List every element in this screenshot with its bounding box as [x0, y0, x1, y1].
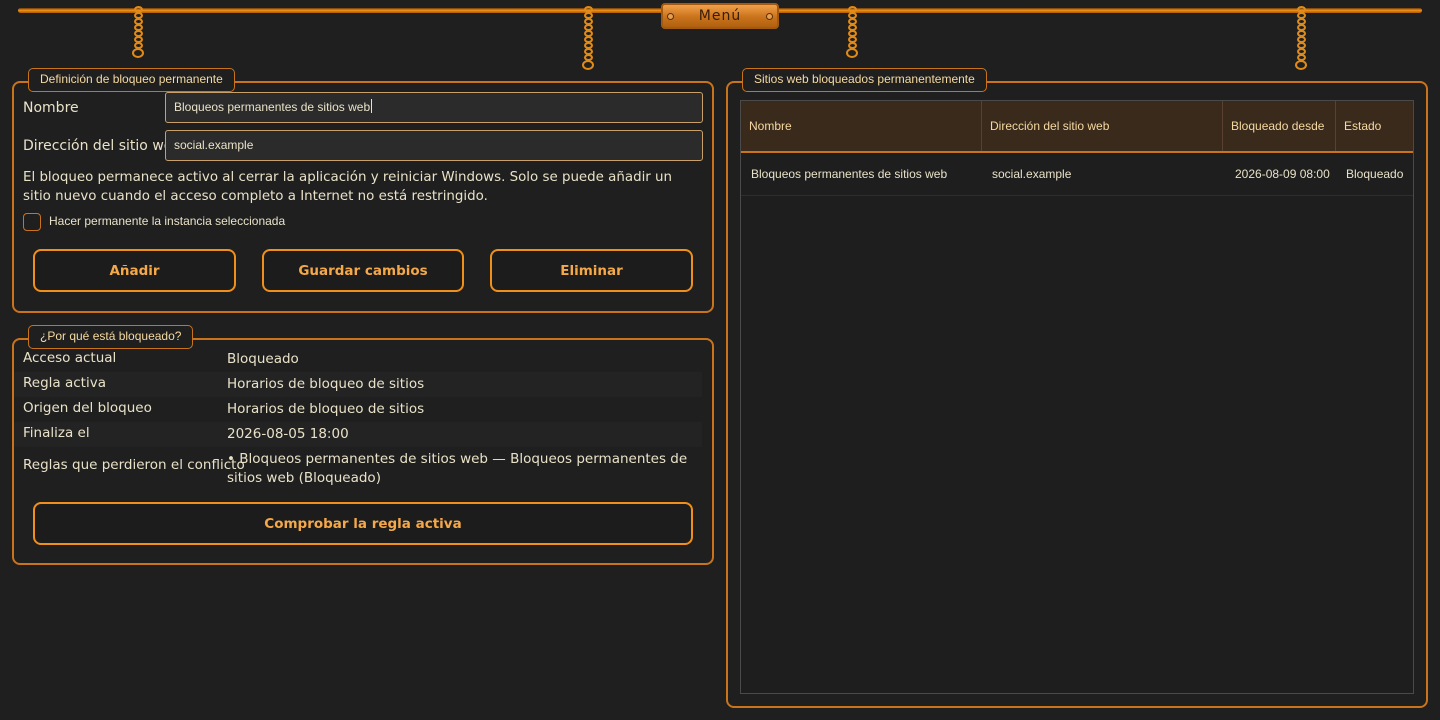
column-header-blocked-since[interactable]: Bloqueado desde [1223, 101, 1336, 151]
add-button[interactable]: Añadir [33, 249, 236, 292]
chain-decoration [845, 6, 859, 58]
why-blocked-panel-title: ¿Por qué está bloqueado? [28, 325, 194, 349]
current-access-label: Acceso actual [23, 350, 117, 366]
active-rule-value: Horarios de bloqueo de sitios [227, 376, 425, 392]
make-permanent-checkbox[interactable] [23, 213, 41, 231]
cell-status: Bloqueado [1346, 167, 1404, 181]
why-row-block-origin: Origen del bloqueo Horarios de bloqueo d… [14, 397, 702, 422]
lost-rules-label: Reglas que perdieron el conflicto [23, 457, 245, 473]
name-input[interactable]: Bloqueos permanentes de sitios web [165, 92, 703, 123]
rivet-icon [667, 13, 674, 20]
menu-button[interactable]: Menú [661, 3, 779, 29]
save-changes-button[interactable]: Guardar cambios [262, 249, 464, 292]
check-active-rule-button[interactable]: Comprobar la regla activa [33, 502, 693, 545]
table-header: Nombre Dirección del sitio web Bloqueado… [741, 101, 1413, 153]
chain-decoration [1294, 6, 1308, 70]
name-label: Nombre [23, 100, 79, 116]
table-row[interactable]: Bloqueos permanentes de sitios web socia… [741, 153, 1413, 196]
text-caret [371, 99, 373, 113]
cell-blocked-since: 2026-08-09 08:00 [1235, 167, 1330, 181]
rivet-icon [766, 13, 773, 20]
make-permanent-checkbox-label[interactable]: Hacer permanente la instancia selecciona… [49, 214, 285, 228]
chain-decoration [581, 6, 595, 70]
why-row-ends-at: Finaliza el 2026-08-05 18:00 [14, 422, 702, 447]
address-label: Dirección del sitio web [23, 138, 182, 154]
why-row-active-rule: Regla activa Horarios de bloqueo de siti… [14, 372, 702, 397]
name-input-value: Bloqueos permanentes de sitios web [174, 100, 371, 114]
cell-name: Bloqueos permanentes de sitios web [751, 167, 948, 181]
why-row-lost-rules: Reglas que perdieron el conflicto • Bloq… [14, 447, 702, 491]
column-header-name[interactable]: Nombre [741, 101, 982, 151]
menu-button-label: Menú [698, 8, 742, 24]
address-input-value: social.example [174, 138, 254, 152]
persistence-info-text: El bloqueo permanece activo al cerrar la… [23, 170, 673, 204]
delete-button[interactable]: Eliminar [490, 249, 693, 292]
current-access-value: Bloqueado [227, 351, 299, 367]
column-header-status[interactable]: Estado [1336, 101, 1413, 151]
block-origin-label: Origen del bloqueo [23, 400, 152, 416]
why-row-current-access: Acceso actual Bloqueado [14, 347, 702, 372]
block-origin-value: Horarios de bloqueo de sitios [227, 401, 425, 417]
blocked-sites-table: Nombre Dirección del sitio web Bloqueado… [740, 100, 1414, 694]
chain-decoration [131, 6, 145, 58]
ends-at-value: 2026-08-05 18:00 [227, 426, 349, 442]
ends-at-label: Finaliza el [23, 425, 90, 441]
lost-rules-value: • Bloqueos permanentes de sitios web — B… [227, 451, 688, 486]
blocked-sites-panel-title: Sitios web bloqueados permanentemente [742, 68, 987, 92]
column-header-address[interactable]: Dirección del sitio web [982, 101, 1223, 151]
definition-panel-title: Definición de bloqueo permanente [28, 68, 235, 92]
address-input[interactable]: social.example [165, 130, 703, 161]
cell-address: social.example [992, 167, 1072, 181]
active-rule-label: Regla activa [23, 375, 106, 391]
